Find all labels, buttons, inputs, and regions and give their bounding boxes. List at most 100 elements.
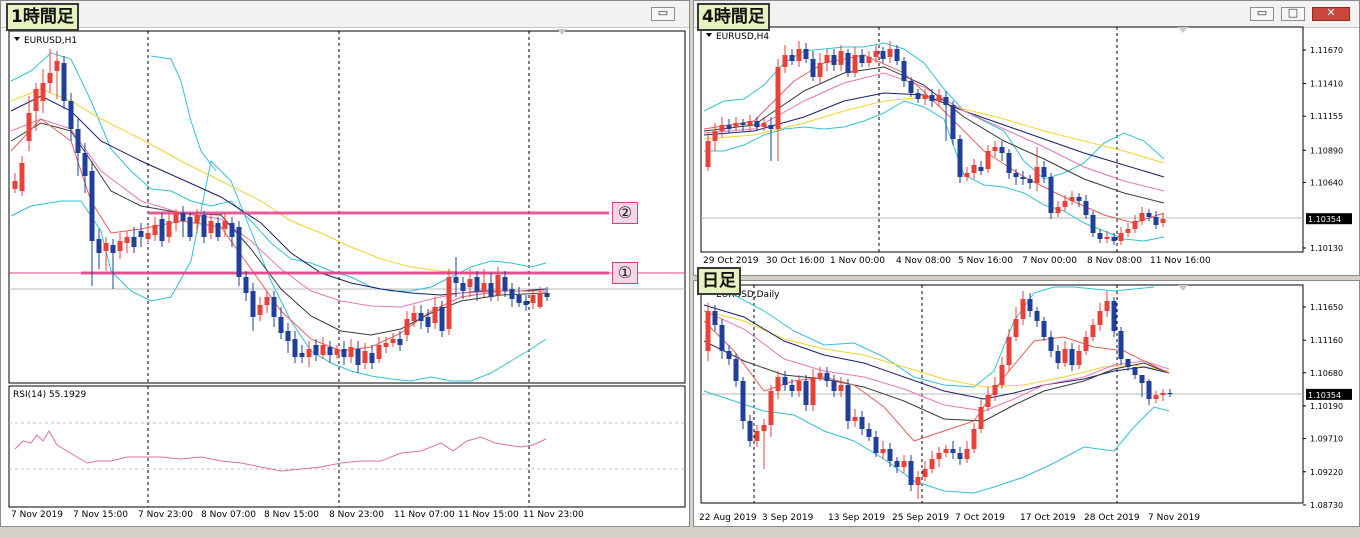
h4-chart[interactable]: EURUSD,H4 1.11670 1.11410 1.11155 1.10890 1.1… <box>694 1 1359 275</box>
x-axis-label: 8 Nov 15:00 <box>264 510 319 520</box>
d1-candle <box>740 381 746 421</box>
h1-candle <box>278 317 284 333</box>
h4-candle <box>1160 219 1166 223</box>
d1-candle <box>992 385 998 395</box>
d1-candle <box>705 311 711 351</box>
h1-candle <box>313 345 319 355</box>
h4-candle <box>719 125 725 131</box>
x-axis-label: 1 Nov 00:00 <box>830 256 885 266</box>
h4-candle <box>1097 233 1103 239</box>
y-axis-label: 1.11670 <box>1310 46 1343 55</box>
h4-candle <box>978 167 984 171</box>
d1-candle <box>908 461 914 485</box>
h1-candle <box>215 223 221 237</box>
d1-candle <box>915 477 921 485</box>
h4-candle <box>1013 173 1019 177</box>
h1-candle <box>19 163 25 191</box>
y-axis-label: 1.10890 <box>1310 146 1343 155</box>
h1-candle <box>33 89 39 111</box>
d1-candle <box>1153 395 1159 399</box>
h4-chart-window[interactable]: ▭ □ ✕ EURUSD,H4 1.11670 1.11410 1.11155 1.10… <box>693 0 1360 276</box>
d1-candle <box>1118 331 1124 359</box>
d1-candle <box>887 449 893 461</box>
h1-candle <box>222 221 228 229</box>
d1-candle <box>1055 351 1061 363</box>
h4-candle <box>901 61 907 81</box>
d1-candle <box>768 391 774 425</box>
h1-candle <box>495 275 501 295</box>
h4-candle <box>1104 237 1110 239</box>
d1-candle <box>761 425 767 431</box>
h4-candle <box>915 93 921 99</box>
h1-candle <box>299 353 305 357</box>
d1-candle <box>747 421 753 441</box>
h1-candle <box>131 237 137 247</box>
x-axis-label: 4 Nov 08:00 <box>896 256 951 266</box>
h1-candle <box>47 73 53 83</box>
x-axis-label: 7 Nov 2019 <box>1148 513 1200 523</box>
h1-candle <box>89 171 95 241</box>
h4-candle <box>1139 213 1145 221</box>
h4-candle <box>908 81 914 93</box>
y-axis-label: 1.11650 <box>1310 303 1343 312</box>
d1-candle <box>1013 319 1019 337</box>
h1-candle <box>285 331 291 341</box>
x-axis-label: 28 Oct 2019 <box>1084 513 1140 523</box>
h1-candle <box>530 295 536 303</box>
h1-candle <box>439 307 445 331</box>
h1-chart[interactable]: EURUSD,H1 RSI(14) 55.1929 7 Nov 2019 7 Nov … <box>1 1 689 526</box>
h1-candle <box>341 349 347 357</box>
d1-candle <box>936 453 942 459</box>
d1-candle <box>1048 337 1054 351</box>
d1-candle <box>999 365 1005 385</box>
h1-candle <box>509 289 515 299</box>
h1-chart-window[interactable]: ▭ EURUSD,H1 RSI(14) 55.1929 7 Nov 2019 7 No… <box>0 0 690 527</box>
d1-candle <box>957 453 963 459</box>
h4-candle <box>796 49 802 61</box>
h1-candle <box>229 223 235 237</box>
h4-candle <box>747 121 753 125</box>
h1-candle <box>467 279 473 287</box>
d1-candle <box>789 385 795 391</box>
h4-candle <box>1062 201 1068 207</box>
h4-candle <box>733 123 739 127</box>
d1-candle <box>880 449 886 453</box>
h4-candle <box>754 121 760 127</box>
d1-candle <box>859 417 865 429</box>
h4-candle <box>1090 215 1096 233</box>
d1-candle <box>894 461 900 467</box>
h4-candle <box>705 141 711 167</box>
y-axis-label: 1.10190 <box>1310 402 1343 411</box>
y-axis-label: 1.09710 <box>1310 435 1343 444</box>
d1-chart-window[interactable]: EURUSD,Daily 1.11650 1.11160 1.10680 1.10354… <box>693 280 1360 527</box>
h4-candle <box>1111 237 1117 241</box>
h1-candle <box>243 277 249 293</box>
h1-candle <box>264 297 270 305</box>
x-axis-label: 8 Nov 08:00 <box>1087 256 1142 266</box>
d1-chart[interactable]: EURUSD,Daily1.116501.111601.106801.10354… <box>694 281 1359 526</box>
d1-candle <box>978 407 984 429</box>
h1-candle <box>481 283 487 291</box>
d1-candle <box>1090 325 1096 337</box>
h1-candle <box>474 277 480 291</box>
h4-candle <box>712 131 718 141</box>
h1-candle <box>194 215 200 223</box>
h4-candle <box>1118 233 1124 241</box>
d1-candle <box>1062 349 1068 363</box>
d1-candle <box>733 359 739 381</box>
d1-candle <box>782 377 788 385</box>
d1-candle <box>1104 301 1110 311</box>
x-axis-label: 7 Nov 23:00 <box>138 510 193 520</box>
h4-candle <box>922 95 928 99</box>
h1-candle <box>96 239 102 253</box>
h1-candle <box>159 219 165 241</box>
x-axis-label: 22 Aug 2019 <box>699 513 757 523</box>
h1-candle <box>390 339 396 343</box>
d1-candle <box>971 429 977 449</box>
level-1-marker: ① <box>612 262 638 284</box>
h4-candle <box>943 97 949 105</box>
h1-candle <box>383 343 389 347</box>
d1-candle <box>1041 321 1047 337</box>
h1-candle <box>537 293 543 307</box>
h1-candle <box>397 339 403 345</box>
